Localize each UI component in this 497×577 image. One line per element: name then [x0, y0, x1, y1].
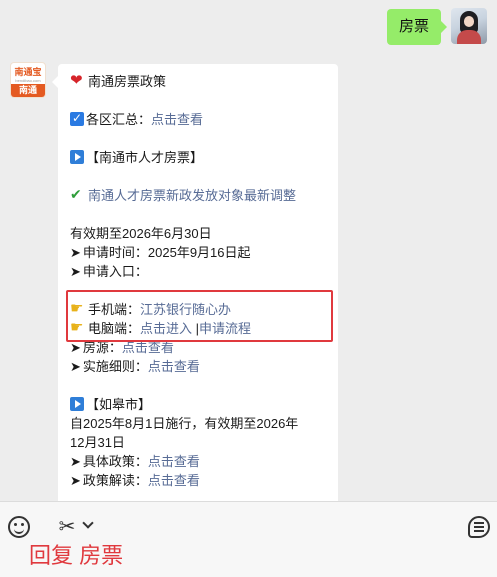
- adjust-link[interactable]: 南通人才房票新政发放对象最新调整: [88, 188, 296, 203]
- district-label: 各区汇总：: [86, 112, 152, 127]
- arrow-icon: ➤: [70, 245, 81, 260]
- bot-avatar[interactable]: 南通宝 bendibao.com 南通: [10, 62, 46, 98]
- user-avatar[interactable]: [451, 8, 487, 44]
- rules-line: ➤ 实施细则：点击查看: [70, 357, 200, 376]
- section2-title: 【如皋市】: [86, 397, 152, 412]
- rugao-line2: 12月31日: [70, 435, 125, 450]
- rugao-line1: 自2025年8月1日施行，有效期至2026年: [70, 416, 299, 431]
- heart-icon: [70, 71, 86, 90]
- valid-until: 有效期至2026年6月30日: [70, 226, 212, 241]
- housing-link[interactable]: 点击查看: [122, 340, 174, 355]
- reply-hint: 回复 房票: [29, 543, 124, 568]
- message-title-line: 南通房票政策: [70, 71, 167, 91]
- policy-line: ➤ 具体政策：点击查看: [70, 452, 200, 471]
- check-mark-icon: [70, 185, 86, 204]
- arrow-icon: ➤: [70, 264, 81, 279]
- play-icon: [70, 397, 84, 411]
- interp-label: 政策解读：: [82, 473, 148, 488]
- apply-time-line: ➤ 申请时间：2025年9月16日起: [70, 243, 251, 262]
- chat-area: 房票 南通宝 bendibao.com 南通 南通房票政策 各区汇总：点击查看 …: [0, 0, 497, 501]
- outgoing-message-row: 房票: [386, 8, 487, 46]
- adjust-line: 南通人才房票新政发放对象最新调整: [70, 185, 296, 205]
- logo-city: 南通: [11, 84, 45, 97]
- logo-title: 南通宝: [14, 67, 42, 77]
- checkbox-icon: [70, 109, 84, 128]
- arrow-icon: ➤: [70, 359, 81, 374]
- play-icon: [70, 150, 84, 164]
- highlight-box: [66, 290, 333, 342]
- arrow-icon: ➤: [70, 454, 81, 469]
- housing-label: 房源：: [82, 340, 122, 355]
- arrow-icon: ➤: [70, 473, 81, 488]
- rules-label: 实施细则：: [82, 359, 148, 374]
- section1-title: 【南通市人才房票】: [86, 150, 204, 165]
- outgoing-bubble[interactable]: 房票: [386, 9, 448, 45]
- apply-time: 申请时间：2025年9月16日起: [82, 245, 251, 260]
- rules-link[interactable]: 点击查看: [148, 359, 200, 374]
- incoming-bubble: 南通房票政策 各区汇总：点击查看 【南通市人才房票】 南通人才房票新政发放对象最…: [52, 64, 338, 501]
- interp-line: ➤ 政策解读：点击查看: [70, 471, 200, 490]
- policy-link[interactable]: 点击查看: [148, 454, 200, 469]
- district-line: 各区汇总：点击查看: [70, 109, 203, 129]
- message-title: 南通房票政策: [88, 74, 167, 89]
- policy-label: 具体政策：: [82, 454, 148, 469]
- chevron-down-icon[interactable]: [82, 517, 94, 529]
- section2-line: 【如皋市】: [70, 395, 151, 414]
- emoji-icon[interactable]: [8, 516, 30, 538]
- scissors-icon[interactable]: ✂: [56, 516, 78, 538]
- chat-bubble-icon[interactable]: [468, 516, 490, 538]
- section1-line: 【南通市人才房票】: [70, 148, 203, 167]
- apply-entry-line: ➤ 申请入口：: [70, 262, 148, 281]
- apply-entry: 申请入口：: [82, 264, 148, 279]
- arrow-icon: ➤: [70, 340, 81, 355]
- district-link[interactable]: 点击查看: [151, 112, 203, 127]
- interp-link[interactable]: 点击查看: [148, 473, 200, 488]
